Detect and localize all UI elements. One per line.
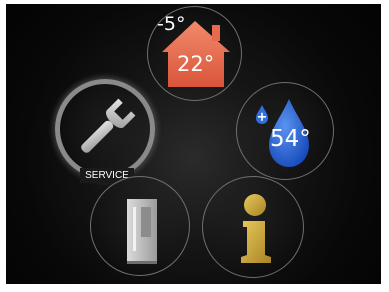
hot-water-button[interactable]: 54° [236,82,334,180]
inside-temperature: 22° [177,52,215,76]
service-button[interactable] [55,79,155,179]
outside-temperature: -5° [157,13,186,35]
temperature-button[interactable]: -5° 22° [147,6,242,101]
info-icon [241,194,271,263]
wrench-icon [81,98,136,153]
home-control-panel: -5° 22° 54° SERVICE [6,4,381,284]
fridge-icon [127,199,157,264]
info-button[interactable] [202,176,304,278]
appliance-button[interactable] [90,176,190,276]
water-temperature: 54° [270,126,311,152]
screen: -5° 22° 54° SERVICE [0,0,389,292]
